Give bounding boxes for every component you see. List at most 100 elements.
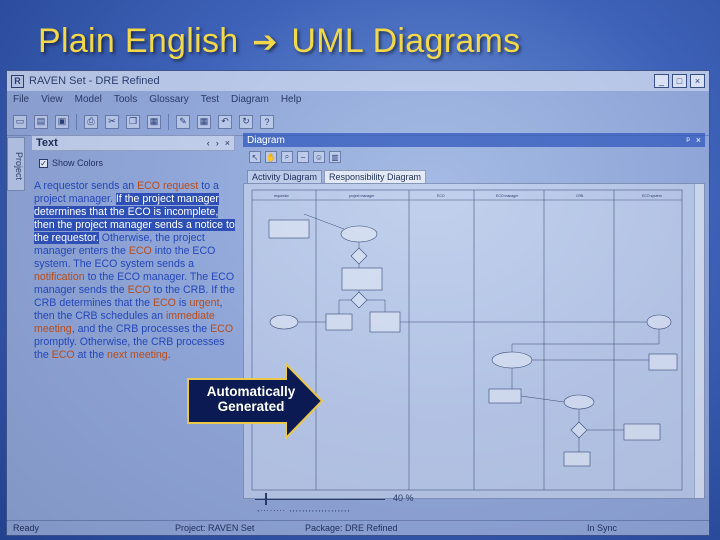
- activity-node: [325, 313, 353, 331]
- main-toolbar: ▭ ▤ ▣ ⎙ ✂ ❐ ▦ ✎ ▦ ↶ ↻ ?: [7, 108, 709, 136]
- requirement-segment: enters the: [75, 245, 129, 257]
- hand-icon[interactable]: ✋: [265, 151, 277, 163]
- title-left: Plain English: [38, 22, 239, 60]
- diagram-vertical-scrollbar[interactable]: [694, 184, 704, 498]
- menu-tools[interactable]: Tools: [114, 94, 137, 105]
- activity-node: [269, 314, 299, 330]
- requirement-segment: CRB: [34, 297, 57, 309]
- user-icon[interactable]: ☺: [313, 151, 325, 163]
- right-arrow-icon: ➔: [252, 26, 278, 59]
- lane-eco-manager: ECO manager: [496, 194, 519, 198]
- requirement-segment: ECO: [127, 284, 151, 296]
- layout-icon[interactable]: ▥: [329, 151, 341, 163]
- activity-node: [646, 314, 672, 330]
- diagram-toolbar: ↖ ✋ ⌕ − ☺ ▥: [243, 147, 705, 167]
- callout-line2: Generated: [217, 399, 285, 414]
- zoom-out-icon[interactable]: −: [297, 151, 309, 163]
- open-icon[interactable]: ▤: [34, 114, 48, 129]
- requirement-segment: sends a: [153, 258, 194, 270]
- project-side-tab[interactable]: Project: [7, 137, 25, 191]
- menu-model[interactable]: Model: [75, 94, 102, 105]
- requirement-segment: ECO system: [94, 258, 154, 270]
- lane-requestor: requestor: [274, 194, 290, 198]
- copy-icon[interactable]: ❐: [126, 114, 140, 129]
- tab-activity-diagram[interactable]: Activity Diagram: [247, 170, 323, 183]
- close-panel-icon[interactable]: ×: [225, 138, 230, 148]
- paste-icon[interactable]: ▦: [147, 114, 161, 129]
- pencil-icon[interactable]: ✎: [176, 114, 190, 129]
- requirement-segment: next meeting: [107, 349, 168, 361]
- menu-glossary[interactable]: Glossary: [149, 94, 188, 105]
- close-diagram-icon[interactable]: ×: [696, 135, 701, 145]
- requirement-segment: ECO: [51, 349, 75, 361]
- zoom-ticks: ,........ ,,,,,,,,,,,,,,,,,,,: [257, 504, 351, 513]
- save-icon[interactable]: ▣: [55, 114, 69, 129]
- requirement-segment: , and the: [71, 323, 116, 335]
- requirement-segment: at the: [74, 349, 108, 361]
- requirement-segment: A requestor sends an: [34, 180, 138, 192]
- requirement-segment: sends the: [75, 284, 128, 296]
- text-panel: Text ‹ › × ✓ Show Colors A requestor sen…: [31, 135, 235, 515]
- new-icon[interactable]: ▭: [13, 114, 27, 129]
- requirement-segment: processes the: [138, 323, 211, 335]
- menu-test[interactable]: Test: [201, 94, 219, 105]
- requirement-segment: schedules an: [97, 310, 166, 322]
- requirement-segment: CRB: [183, 284, 206, 296]
- prev-icon[interactable]: ‹: [207, 138, 210, 148]
- activity-node: [488, 388, 522, 404]
- requirement-segment: urgent: [189, 297, 220, 309]
- status-project: Project: RAVEN Set: [175, 523, 255, 533]
- undo-icon[interactable]: ↶: [218, 114, 232, 129]
- decision-node: [350, 247, 368, 265]
- pin-icon[interactable]: ᵖ: [686, 135, 689, 145]
- menu-diagram[interactable]: Diagram: [231, 94, 269, 105]
- text-panel-header: Text ‹ › ×: [31, 135, 235, 151]
- zoom-slider-track[interactable]: [255, 499, 385, 500]
- requirement-segment: promptly. Otherwise, the: [34, 336, 151, 348]
- requirement-segment: into the: [151, 245, 193, 257]
- activity-node: [623, 423, 661, 441]
- lane-crb: CRB: [576, 194, 584, 198]
- print-icon[interactable]: ⎙: [84, 114, 98, 129]
- requirement-segment: ECO: [210, 323, 234, 335]
- diagram-canvas[interactable]: requestor project manager ECO ECO manage…: [243, 183, 705, 499]
- requirement-segment: . The: [184, 271, 212, 283]
- app-icon: R: [11, 74, 24, 88]
- pointer-icon[interactable]: ↖: [249, 151, 261, 163]
- show-colors-toggle[interactable]: ✓ Show Colors: [39, 158, 235, 168]
- requirement-segment: project manager: [34, 193, 110, 205]
- close-button[interactable]: ×: [690, 74, 705, 88]
- menu-help[interactable]: Help: [281, 94, 302, 105]
- menu-bar: File View Model Tools Glossary Test Diag…: [7, 91, 709, 108]
- grid-icon[interactable]: ▦: [197, 114, 211, 129]
- requirement-segment: determines that the: [56, 297, 153, 309]
- status-ready: Ready: [13, 523, 40, 533]
- help-icon[interactable]: ?: [260, 114, 274, 129]
- zoom-icon[interactable]: ⌕: [281, 151, 293, 163]
- requirement-segment: CRB: [115, 323, 139, 335]
- zoom-level: 40 %: [393, 493, 414, 503]
- zoom-control: ,........ ,,,,,,,,,,,,,,,,,,, 40 %: [247, 490, 447, 513]
- app-window: R RAVEN Set - DRE Refined _ □ × File Vie…: [6, 70, 710, 536]
- menu-view[interactable]: View: [41, 94, 63, 105]
- activity-node: [340, 225, 378, 243]
- window-titlebar[interactable]: R RAVEN Set - DRE Refined _ □ ×: [7, 71, 709, 91]
- tab-responsibility-diagram[interactable]: Responsibility Diagram: [324, 170, 427, 183]
- show-colors-label: Show Colors: [52, 158, 104, 168]
- activity-node: [369, 311, 401, 333]
- show-colors-checkbox[interactable]: ✓: [39, 158, 48, 168]
- title-right: UML Diagrams: [291, 22, 521, 60]
- cut-icon[interactable]: ✂: [105, 114, 119, 129]
- minimize-button[interactable]: _: [654, 74, 669, 88]
- requirement-segment: notification: [34, 271, 85, 283]
- requirement-text[interactable]: A requestor sends an ECO request to a pr…: [34, 180, 235, 362]
- toolbar-separator: [168, 113, 169, 130]
- refresh-icon[interactable]: ↻: [239, 114, 253, 129]
- maximize-button[interactable]: □: [672, 74, 687, 88]
- requirement-segment: . The: [67, 258, 95, 270]
- menu-file[interactable]: File: [13, 94, 29, 105]
- window-title: RAVEN Set - DRE Refined: [29, 75, 160, 87]
- next-icon[interactable]: ›: [216, 138, 219, 148]
- lane-eco: ECO: [437, 194, 445, 198]
- requirement-segment: is: [175, 297, 190, 309]
